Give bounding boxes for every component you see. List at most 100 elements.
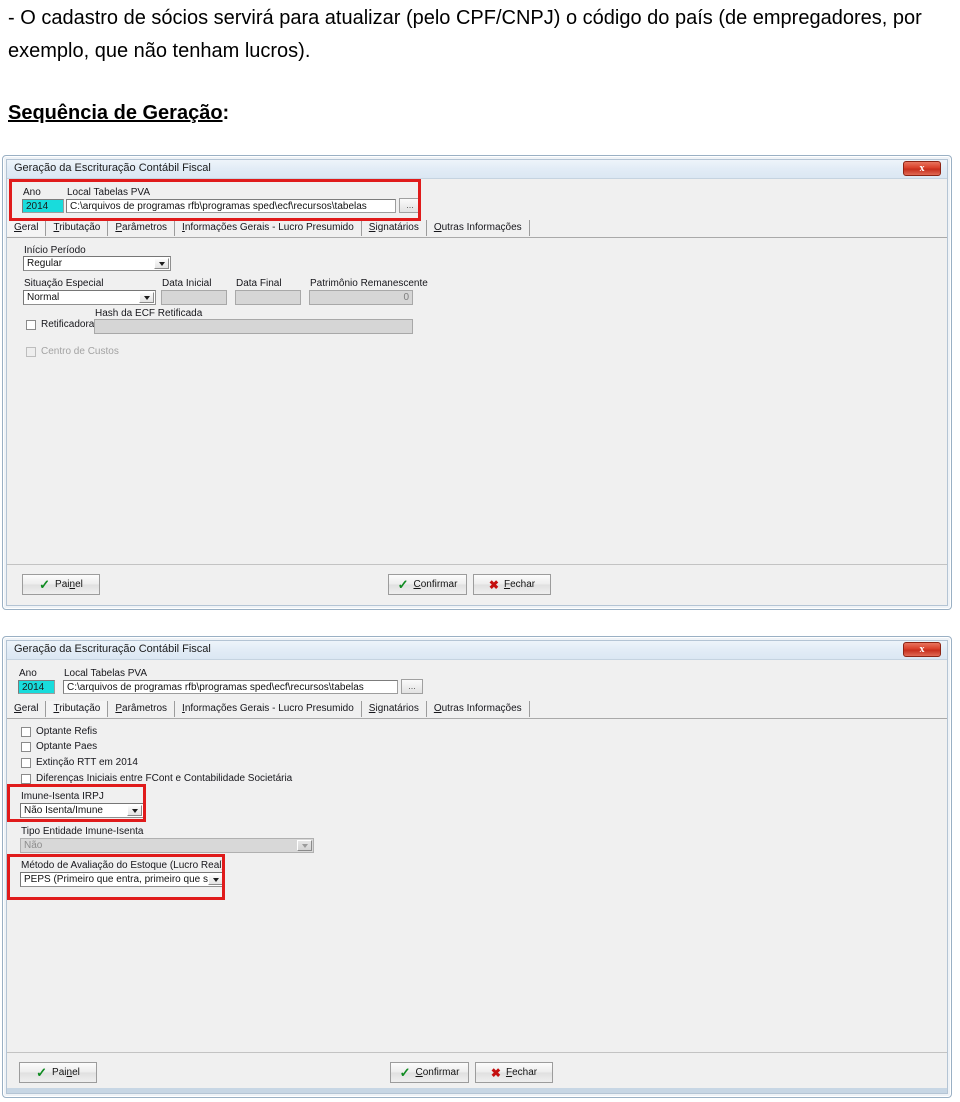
check-icon: ✓ — [399, 1065, 411, 1080]
fechar-button-label: Fechar — [503, 579, 536, 590]
fechar-button[interactable]: ✖ Fechar — [473, 574, 551, 595]
dialog1-button-bar: ✓ Painel ✓ Confirmar ✖ Fechar — [7, 564, 947, 605]
diferencas-iniciais-checkbox[interactable]: Diferenças Iniciais entre FCont e Contab… — [21, 773, 292, 784]
optante-refis-label: Optante Refis — [36, 726, 98, 737]
inicio-periodo-value: Regular — [27, 258, 63, 269]
x-icon: ✖ — [490, 1065, 501, 1080]
metodo-avaliacao-estoque-label: Método de Avaliação do Estoque (Lucro Re… — [21, 860, 225, 871]
hash-ecf-retificada-label: Hash da ECF Retificada — [95, 308, 203, 319]
tab-tributacao-label: ributação — [59, 222, 101, 233]
tipo-entidade-value: Não — [24, 840, 43, 851]
tab-signatarios[interactable]: Signatários — [362, 220, 427, 236]
optante-paes-checkbox[interactable]: Optante Paes — [21, 741, 97, 752]
confirmar-button[interactable]: ✓ Confirmar — [388, 574, 467, 595]
tab-parametros[interactable]: Parâmetros — [108, 701, 176, 717]
optante-refis-checkbox[interactable]: Optante Refis — [21, 726, 97, 737]
tab-informacoes-gerais-label: nformações Gerais - Lucro Presumido — [184, 222, 354, 233]
painel-button-label: Painel — [55, 579, 83, 590]
fechar-button-label: Fechar — [505, 1067, 538, 1078]
tab-informacoes-gerais[interactable]: Informações Gerais - Lucro Presumido — [175, 220, 362, 236]
data-final-label: Data Final — [236, 278, 282, 289]
heading-underlined-text: Sequência de Geração — [8, 102, 223, 124]
dialog2-inner-frame: Geração da Escrituração Contábil Fiscal … — [6, 640, 948, 1094]
tab-geral-label: eral — [21, 703, 39, 714]
dialog2-titlebar: Geração da Escrituração Contábil Fiscal … — [7, 641, 947, 660]
dialog-geracao-ecf-tributacao: Geração da Escrituração Contábil Fiscal … — [2, 636, 952, 1098]
checkbox-box[interactable] — [26, 319, 36, 330]
extincao-rtt-checkbox[interactable]: Extinção RTT em 2014 — [21, 757, 138, 768]
tab-outras-informacoes-label: utras Informações — [441, 703, 522, 714]
document-heading: Sequência de Geração: — [8, 102, 229, 125]
tab-outras-informacoes-accel: O — [433, 703, 442, 714]
metodo-avaliacao-estoque-value: PEPS (Primeiro que entra, primeiro que s… — [24, 874, 220, 885]
tab-informacoes-gerais[interactable]: Informações Gerais - Lucro Presumido — [175, 701, 362, 717]
retificadora-label: Retificadora — [41, 319, 95, 330]
tab-tributacao-label: ributação — [59, 703, 101, 714]
browse-button[interactable]: ... — [399, 198, 421, 213]
tab-signatarios[interactable]: Signatários — [362, 701, 427, 717]
dialog1-local-tabelas-label: Local Tabelas PVA — [67, 187, 151, 198]
painel-button[interactable]: ✓ Painel — [22, 574, 100, 595]
local-tabelas-input[interactable]: C:\arquivos de programas rfb\programas s… — [63, 680, 398, 694]
inicio-periodo-select[interactable]: Regular — [23, 256, 171, 271]
checkbox-box[interactable] — [21, 741, 31, 752]
retificadora-checkbox[interactable]: Retificadora — [26, 319, 94, 330]
data-inicial-input[interactable] — [161, 290, 227, 305]
ano-input[interactable]: 2014 — [22, 199, 64, 213]
data-final-input[interactable] — [235, 290, 301, 305]
chevron-down-icon — [297, 840, 312, 851]
tipo-entidade-label: Tipo Entidade Imune-Isenta — [21, 826, 144, 837]
browse-button[interactable]: ... — [401, 679, 423, 694]
confirmar-button[interactable]: ✓ Confirmar — [390, 1062, 469, 1083]
situacao-especial-label: Situação Especial — [24, 278, 104, 289]
tab-outras-informacoes[interactable]: Outras Informações — [427, 220, 530, 236]
tab-geral[interactable]: Geral — [7, 220, 47, 236]
tab-signatarios-label: ignatários — [375, 703, 419, 714]
dialog-geracao-ecf-geral: Geração da Escrituração Contábil Fiscal … — [2, 155, 952, 610]
tab-geral[interactable]: Geral — [7, 701, 47, 717]
tab-parametros-label: arâmetros — [122, 703, 168, 714]
confirmar-button-label: Confirmar — [413, 579, 458, 590]
tab-outras-informacoes[interactable]: Outras Informações — [427, 701, 530, 717]
ano-input[interactable]: 2014 — [18, 680, 55, 694]
dialog1-tabstrip: Geral Tributação Parâmetros Informações … — [7, 220, 947, 238]
hash-ecf-retificada-input[interactable] — [94, 319, 413, 334]
imune-isenta-irpj-select[interactable]: Não Isenta/Imune — [20, 803, 144, 818]
fechar-button[interactable]: ✖ Fechar — [475, 1062, 553, 1083]
tab-tributacao[interactable]: Tributação — [46, 220, 109, 236]
checkbox-box[interactable] — [21, 757, 31, 768]
tab-parametros[interactable]: Parâmetros — [108, 220, 176, 236]
checkbox-box[interactable] — [21, 726, 31, 737]
chevron-down-icon[interactable] — [139, 292, 154, 303]
close-icon[interactable]: x — [903, 161, 941, 176]
tab-signatarios-label: ignatários — [375, 222, 419, 233]
patrimonio-remanescente-input[interactable]: 0 — [309, 290, 413, 305]
check-icon: ✓ — [397, 577, 409, 592]
check-icon: ✓ — [36, 1065, 48, 1080]
dialog2-ano-label: Ano — [19, 668, 37, 679]
chevron-down-icon[interactable] — [208, 874, 223, 885]
tipo-entidade-select[interactable]: Não — [20, 838, 314, 853]
checkbox-box[interactable] — [21, 773, 31, 784]
dialog2-bottom-shade — [7, 1088, 947, 1093]
extincao-rtt-label: Extinção RTT em 2014 — [36, 757, 138, 768]
tab-parametros-label: arâmetros — [122, 222, 168, 233]
painel-button-label: Painel — [52, 1067, 80, 1078]
tab-tributacao[interactable]: Tributação — [46, 701, 109, 717]
chevron-down-icon[interactable] — [154, 258, 169, 269]
dialog1-client-area: Ano 2014 Local Tabelas PVA C:\arquivos d… — [7, 179, 947, 565]
tab-geral-accel: G — [14, 703, 22, 714]
diferencas-iniciais-label: Diferenças Iniciais entre FCont e Contab… — [36, 773, 293, 784]
local-tabelas-input[interactable]: C:\arquivos de programas rfb\programas s… — [66, 199, 396, 213]
centro-de-custos-checkbox: Centro de Custos — [26, 346, 119, 357]
metodo-avaliacao-estoque-select[interactable]: PEPS (Primeiro que entra, primeiro que s… — [20, 872, 225, 887]
close-icon[interactable]: x — [903, 642, 941, 657]
dialog2-button-bar: ✓ Painel ✓ Confirmar ✖ Fechar — [7, 1052, 947, 1093]
painel-button[interactable]: ✓ Painel — [19, 1062, 97, 1083]
patrimonio-remanescente-label: Patrimônio Remanescente — [310, 278, 428, 289]
situacao-especial-select[interactable]: Normal — [23, 290, 156, 305]
imune-isenta-irpj-value: Não Isenta/Imune — [24, 805, 103, 816]
chevron-down-icon[interactable] — [127, 805, 142, 816]
tab-outras-informacoes-accel: O — [433, 222, 442, 233]
dialog2-local-tabelas-label: Local Tabelas PVA — [64, 668, 148, 679]
